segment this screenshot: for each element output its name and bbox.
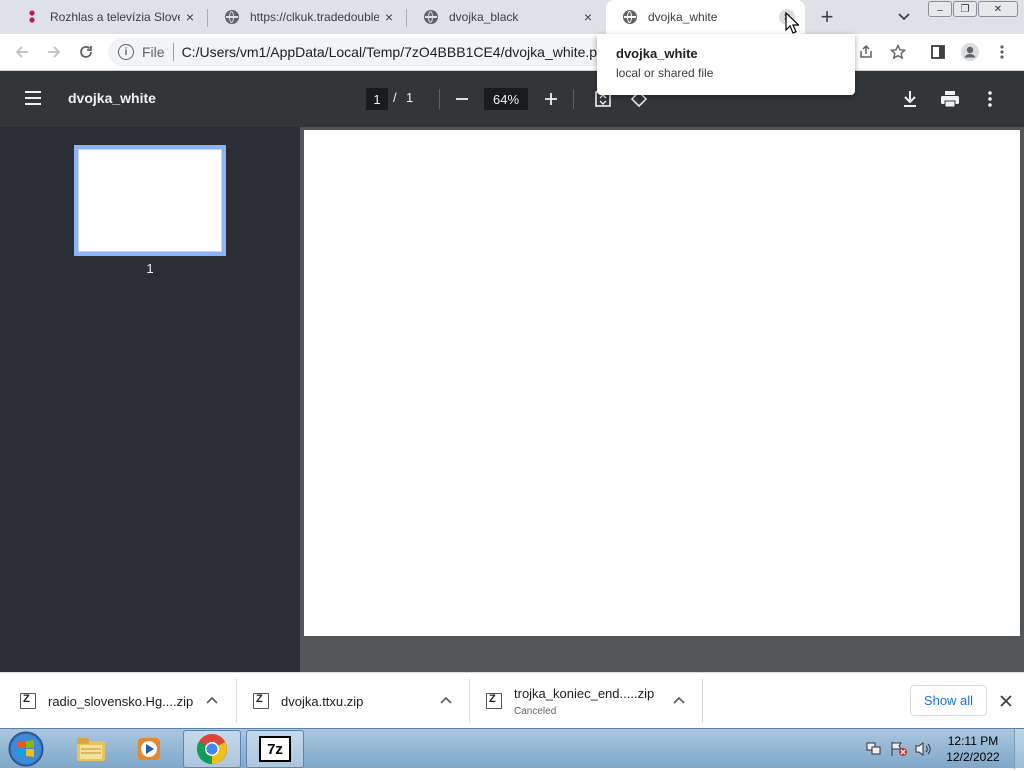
- minimize-button[interactable]: –: [928, 1, 952, 17]
- download-item[interactable]: trojka_koniec_end.....zip Canceled: [470, 673, 703, 729]
- show-desktop-button[interactable]: [1014, 729, 1024, 769]
- close-tab-icon[interactable]: ×: [180, 7, 200, 27]
- zoom-out-icon[interactable]: [454, 91, 470, 107]
- mouse-cursor-icon: [785, 11, 800, 34]
- download-item[interactable]: dvojka.ttxu.zip: [237, 673, 470, 729]
- tab-title: dvojka_white: [648, 10, 718, 24]
- windows-taskbar: 7z 12:11 PM 12/2/2022: [0, 728, 1024, 769]
- zoom-in-icon[interactable]: [543, 91, 559, 107]
- start-orb-icon[interactable]: [6, 730, 46, 768]
- zip-file-icon: [486, 693, 502, 709]
- total-pages: 1: [406, 90, 414, 105]
- page-thumbnail[interactable]: [74, 145, 226, 256]
- tab-tradedouble[interactable]: https://clkuk.tradedouble ×: [208, 0, 407, 34]
- tab-dvojka-black[interactable]: dvojka_black ×: [407, 0, 606, 34]
- close-window-button[interactable]: ✕: [978, 1, 1018, 17]
- info-icon[interactable]: i: [118, 44, 134, 60]
- download-icon[interactable]: [902, 90, 918, 108]
- print-icon[interactable]: [940, 90, 960, 108]
- action-center-flag-icon[interactable]: [890, 741, 908, 757]
- zoom-level-input[interactable]: 64%: [484, 88, 528, 110]
- download-shelf: radio_slovensko.Hg....zip dvojka.ttxu.zi…: [0, 672, 1024, 728]
- show-all-button[interactable]: Show all: [910, 685, 987, 716]
- browser-toolbar: i File C:/Users/vm1/AppData/Local/Temp/7…: [0, 34, 1024, 71]
- forward-button[interactable]: [40, 38, 68, 66]
- kebab-menu-icon[interactable]: [988, 38, 1016, 66]
- clock-date: 12/2/2022: [946, 750, 1000, 764]
- back-button[interactable]: [8, 38, 36, 66]
- chevron-up-icon[interactable]: [204, 693, 220, 709]
- chevron-up-icon[interactable]: [671, 693, 687, 709]
- bookmark-star-icon[interactable]: [884, 38, 912, 66]
- tab-hover-card: dvojka_white local or shared file: [597, 34, 855, 95]
- clock-time: 12:11 PM: [947, 734, 999, 748]
- url-text[interactable]: C:/Users/vm1/AppData/Local/Temp/7zO4BBB1…: [182, 44, 609, 60]
- page-separator: /: [393, 90, 397, 105]
- reload-button[interactable]: [72, 38, 100, 66]
- tab-search-chevron-icon[interactable]: [894, 8, 914, 26]
- tab-strip: Rozhlas a televízia Sloven × https://clk…: [0, 0, 1024, 34]
- network-tray-icon[interactable]: [866, 741, 882, 757]
- file-explorer-icon[interactable]: [62, 730, 120, 768]
- pdf-more-options-icon[interactable]: [987, 90, 993, 108]
- tab-dvojka-white[interactable]: dvojka_white ×: [606, 0, 805, 34]
- rtvs-favicon-icon: [24, 9, 40, 25]
- pdf-toolbar: dvojka_white 1 / 1 64%: [0, 71, 1024, 127]
- thumbnail-page-number: 1: [146, 261, 154, 276]
- zip-file-icon: [20, 693, 36, 709]
- tab-title: Rozhlas a televízia Sloven: [50, 10, 180, 24]
- window-controls: – ❐ ✕: [928, 1, 1018, 18]
- tab-rozhlas[interactable]: Rozhlas a televízia Sloven ×: [8, 0, 208, 34]
- close-tab-icon[interactable]: ×: [578, 7, 598, 27]
- download-filename: trojka_koniec_end.....zip: [514, 685, 655, 701]
- restore-button[interactable]: ❐: [953, 1, 977, 17]
- download-status: Canceled: [514, 705, 557, 717]
- share-icon[interactable]: [852, 38, 880, 66]
- thumbnail-sidebar: 1: [0, 127, 300, 672]
- globe-icon: [622, 9, 638, 25]
- chevron-up-icon[interactable]: [438, 693, 454, 709]
- omnibox-divider: [172, 43, 174, 61]
- media-player-icon[interactable]: [120, 730, 178, 768]
- toolbar-divider: [573, 89, 574, 109]
- clock[interactable]: 12:11 PM 12/2/2022: [938, 733, 1008, 765]
- side-panel-icon[interactable]: [924, 38, 952, 66]
- tab-title: https://clkuk.tradedouble: [250, 10, 379, 24]
- hamburger-menu-icon[interactable]: [24, 90, 42, 106]
- profile-avatar-icon[interactable]: [956, 38, 984, 66]
- pdf-title: dvojka_white: [68, 90, 156, 106]
- download-filename: radio_slovensko.Hg....zip: [48, 693, 194, 709]
- sevenzip-taskbar-button[interactable]: 7z: [246, 730, 304, 768]
- globe-icon: [224, 9, 240, 25]
- tab-title: dvojka_black: [449, 10, 519, 24]
- close-tab-icon[interactable]: ×: [379, 7, 399, 27]
- download-filename: dvojka.ttxu.zip: [281, 693, 364, 709]
- hovercard-subtitle: local or shared file: [616, 66, 714, 80]
- hovercard-title: dvojka_white: [616, 46, 698, 61]
- globe-icon: [423, 9, 439, 25]
- pdf-page: [304, 130, 1020, 636]
- page-number-input[interactable]: 1: [366, 88, 388, 110]
- close-shelf-icon[interactable]: [998, 693, 1014, 709]
- download-item[interactable]: radio_slovensko.Hg....zip: [0, 673, 237, 729]
- zip-file-icon: [253, 693, 269, 709]
- chrome-taskbar-button[interactable]: [183, 730, 241, 768]
- volume-icon[interactable]: [914, 741, 932, 757]
- sevenzip-icon: 7z: [259, 736, 291, 762]
- scheme-label: File: [142, 44, 165, 60]
- toolbar-divider: [439, 89, 440, 109]
- new-tab-button[interactable]: +: [814, 4, 840, 29]
